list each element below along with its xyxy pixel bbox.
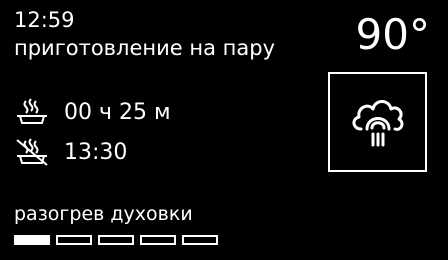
- temperature-readout[interactable]: 90°: [356, 10, 430, 60]
- end-time-row[interactable]: 13:30: [14, 136, 127, 168]
- progress-segment: [140, 235, 176, 245]
- status-label: разогрев духовки: [14, 203, 193, 225]
- pot-crossed-icon: [16, 138, 48, 166]
- cooking-mode-label: приготовление на пару: [14, 36, 275, 60]
- progress-segment: [14, 235, 50, 245]
- progress-segment: [182, 235, 218, 245]
- duration-row[interactable]: 00 ч 25 м: [14, 96, 171, 128]
- duration-value: 00 ч 25 м: [64, 99, 171, 125]
- preheat-progress-bar: [14, 235, 218, 245]
- end-time-value: 13:30: [64, 139, 128, 165]
- progress-segment: [98, 235, 134, 245]
- progress-segment: [56, 235, 92, 245]
- clock-time: 12:59: [14, 8, 75, 32]
- steam-program-button[interactable]: [328, 72, 427, 172]
- steam-cloud-icon: [352, 100, 403, 147]
- cooking-pot-icon: [17, 98, 47, 124]
